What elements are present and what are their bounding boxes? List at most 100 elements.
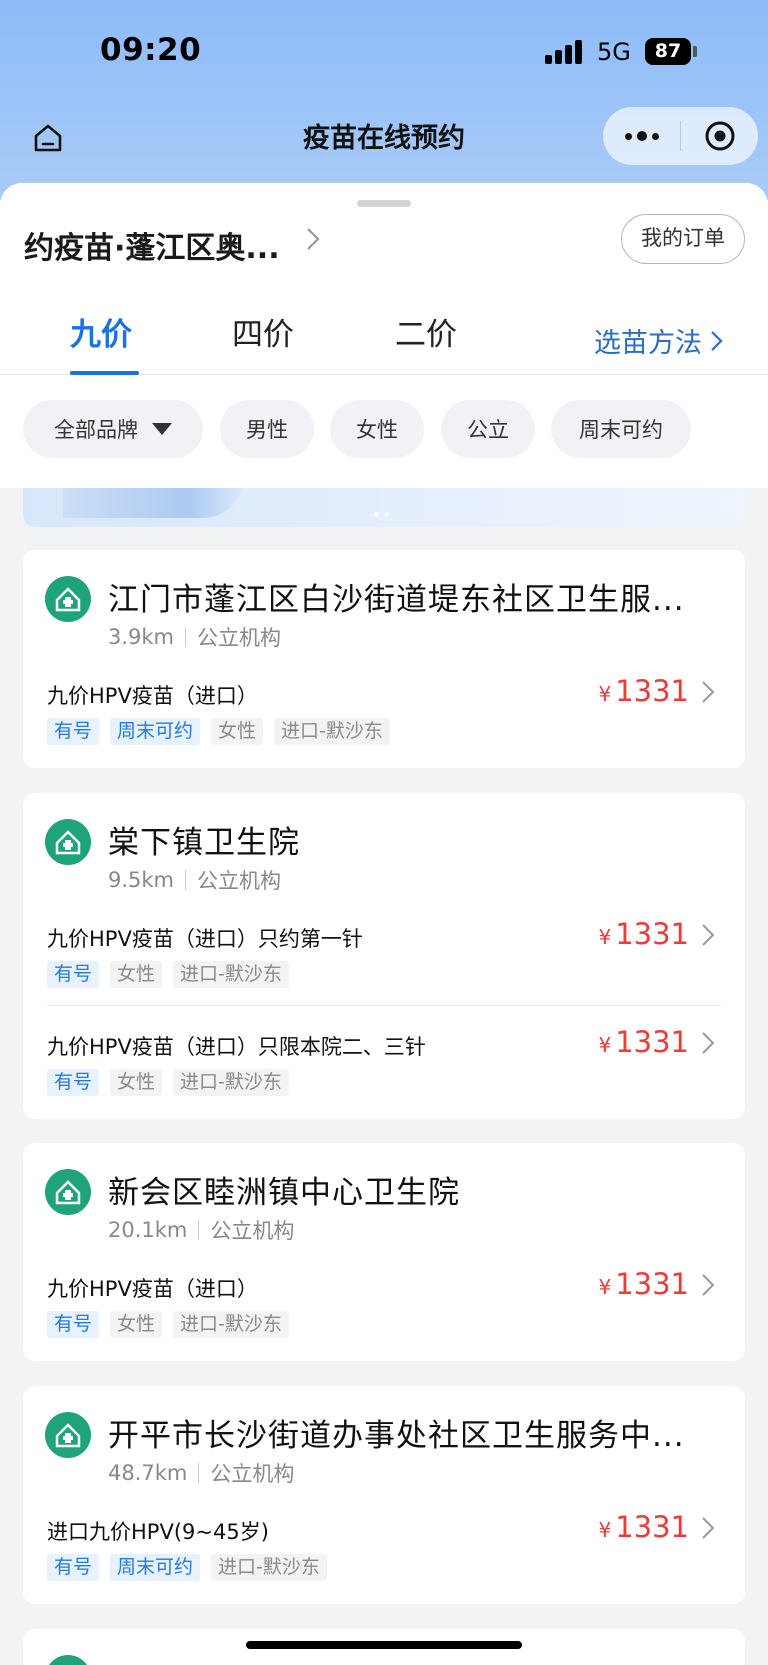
banner-dot [384, 512, 389, 517]
vaccine-offer[interactable]: 九价HPV疫苗（进口） ¥1331 有号 女性 进口-默沙东 [23, 1267, 745, 1373]
distance: 9.5km [108, 868, 175, 892]
filter-weekend[interactable]: 周末可约 [551, 400, 691, 458]
hospital-logo-icon [45, 1169, 91, 1215]
tag-female: 女性 [110, 1069, 163, 1096]
offer-tags: 有号 女性 进口-默沙东 [47, 1311, 289, 1338]
institution-card[interactable]: 江门市蓬江区白沙街道堤东社区卫生服... 3.9km 公立机构 九价HPV疫苗（进… [23, 550, 745, 768]
tag-brand: 进口-默沙东 [173, 1311, 289, 1338]
institution-card[interactable]: 开平市长沙街道办事处社区卫生服务中... 48.7km 公立机构 进口九价HPV(… [23, 1386, 745, 1604]
institution-card[interactable]: 新会区睦洲镇中心卫生院 20.1km 公立机构 九价HPV疫苗（进口） ¥1331… [23, 1143, 745, 1361]
status-time: 09:20 [100, 32, 202, 68]
filter-sheet: 约疫苗·蓬江区奥... 我的订单 九价 四价 二价 选苗方法 全部品牌 男性 女… [0, 183, 768, 488]
tab-two-valent[interactable]: 二价 [395, 309, 457, 354]
chevron-right-icon [702, 681, 715, 703]
institution-type: 公立机构 [210, 1462, 295, 1486]
institution-type: 公立机构 [197, 626, 282, 650]
offer-name: 九价HPV疫苗（进口） [47, 1277, 258, 1301]
tag-available: 有号 [47, 718, 100, 745]
institution-card[interactable]: 棠下镇卫生院 9.5km 公立机构 九价HPV疫苗（进口）只约第一针 ¥1331 … [23, 793, 745, 1119]
hospital-logo-icon [45, 576, 91, 622]
offer-tags: 有号 周末可约 女性 进口-默沙东 [47, 718, 390, 745]
tag-available: 有号 [47, 1554, 100, 1581]
chevron-right-icon [702, 1032, 715, 1054]
vaccine-tabs: 九价 四价 二价 选苗方法 [0, 293, 768, 375]
tag-brand: 进口-默沙东 [173, 1069, 289, 1096]
filter-brand[interactable]: 全部品牌 [23, 400, 203, 458]
tag-brand: 进口-默沙东 [173, 961, 289, 988]
banner-image [63, 488, 243, 518]
offer-price: ¥1331 [598, 1025, 689, 1059]
institution-name: 棠下镇卫生院 [108, 825, 300, 861]
status-bar: 09:20 5G 87 [0, 0, 768, 104]
filter-brand-label: 全部品牌 [54, 418, 138, 442]
offer-name: 九价HPV疫苗（进口）只约第一针 [47, 927, 363, 951]
chevron-right-icon[interactable] [304, 226, 322, 256]
tab-four-valent[interactable]: 四价 [232, 309, 294, 354]
offer-price: ¥1331 [598, 917, 689, 951]
close-miniprogram-icon[interactable] [681, 119, 758, 153]
offer-divider [47, 1005, 721, 1006]
tab-nine-valent[interactable]: 九价 [70, 309, 132, 354]
offer-name: 进口九价HPV(9~45岁) [47, 1520, 269, 1544]
tag-brand: 进口-默沙东 [211, 1554, 327, 1581]
tag-available: 有号 [47, 961, 100, 988]
offer-tags: 有号 女性 进口-默沙东 [47, 1069, 289, 1096]
offer-price: ¥1331 [598, 1510, 689, 1544]
distance: 48.7km [108, 1461, 188, 1485]
institution-type: 公立机构 [210, 1219, 295, 1243]
filter-chips: 全部品牌 男性 女性 公立 周末可约 [0, 400, 768, 458]
tag-female: 女性 [211, 718, 264, 745]
vaccine-offer[interactable]: 九价HPV疫苗（进口） ¥1331 有号 周末可约 女性 进口-默沙东 [23, 674, 745, 780]
offer-name: 九价HPV疫苗（进口） [47, 684, 258, 708]
network-type: 5G [597, 38, 631, 66]
vaccine-offer[interactable]: 进口九价HPV(9~45岁) ¥1331 有号 周末可约 进口-默沙东 [23, 1510, 745, 1616]
home-indicator [246, 1641, 522, 1649]
offer-price: ¥1331 [598, 674, 689, 708]
hospital-logo-icon [49, 1655, 87, 1665]
institution-type: 公立机构 [197, 869, 282, 893]
offer-tags: 有号 周末可约 进口-默沙东 [47, 1554, 327, 1581]
promo-banner[interactable] [23, 488, 745, 527]
institution-name: 新会区睦洲镇中心卫生院 [108, 1175, 460, 1211]
offer-name: 九价HPV疫苗（进口）只限本院二、三针 [47, 1035, 426, 1059]
filter-female[interactable]: 女性 [330, 400, 424, 458]
institution-name: 江门市蓬江区白沙街道堤东社区卫生服... [108, 582, 685, 618]
filter-public[interactable]: 公立 [441, 400, 535, 458]
offer-price: ¥1331 [598, 1267, 689, 1301]
navbar: 疫苗在线预约 [0, 104, 768, 172]
tag-available: 有号 [47, 1311, 100, 1338]
tag-available: 有号 [47, 1069, 100, 1096]
tag-female: 女性 [110, 1311, 163, 1338]
location-selector[interactable]: 约疫苗·蓬江区奥... [24, 223, 280, 267]
active-tab-indicator [70, 371, 139, 375]
vaccine-offer[interactable]: 九价HPV疫苗（进口）只限本院二、三针 ¥1331 有号 女性 进口-默沙东 [23, 1025, 745, 1131]
signal-icon [545, 40, 585, 64]
institution-meta: 3.9km 公立机构 [108, 622, 281, 652]
selection-method-label: 选苗方法 [594, 328, 702, 359]
my-orders-button[interactable]: 我的订单 [621, 214, 745, 264]
selection-method-link[interactable]: 选苗方法 [594, 321, 724, 360]
distance: 20.1km [108, 1218, 188, 1242]
banner-dot-active [374, 512, 379, 517]
more-icon[interactable] [603, 131, 680, 141]
tag-brand: 进口-默沙东 [274, 718, 390, 745]
tag-weekend: 周末可约 [110, 718, 201, 745]
filter-male[interactable]: 男性 [220, 400, 314, 458]
institution-meta: 9.5km 公立机构 [108, 865, 281, 895]
chevron-right-icon [702, 1274, 715, 1296]
drag-handle[interactable] [357, 200, 411, 207]
chevron-right-icon [702, 924, 715, 946]
hospital-logo-icon [45, 1412, 91, 1458]
miniprogram-capsule [603, 107, 758, 165]
institution-name: 开平市长沙街道办事处社区卫生服务中... [108, 1418, 685, 1454]
battery-tip [693, 46, 697, 57]
tag-female: 女性 [110, 961, 163, 988]
tag-weekend: 周末可约 [110, 1554, 201, 1581]
institution-meta: 20.1km 公立机构 [108, 1215, 294, 1245]
chevron-right-icon [711, 330, 723, 351]
vaccine-offer[interactable]: 九价HPV疫苗（进口）只约第一针 ¥1331 有号 女性 进口-默沙东 [23, 917, 745, 1023]
battery-icon: 87 [645, 38, 691, 65]
caret-down-icon [152, 423, 172, 435]
offer-tags: 有号 女性 进口-默沙东 [47, 961, 289, 988]
hospital-logo-icon [45, 819, 91, 865]
